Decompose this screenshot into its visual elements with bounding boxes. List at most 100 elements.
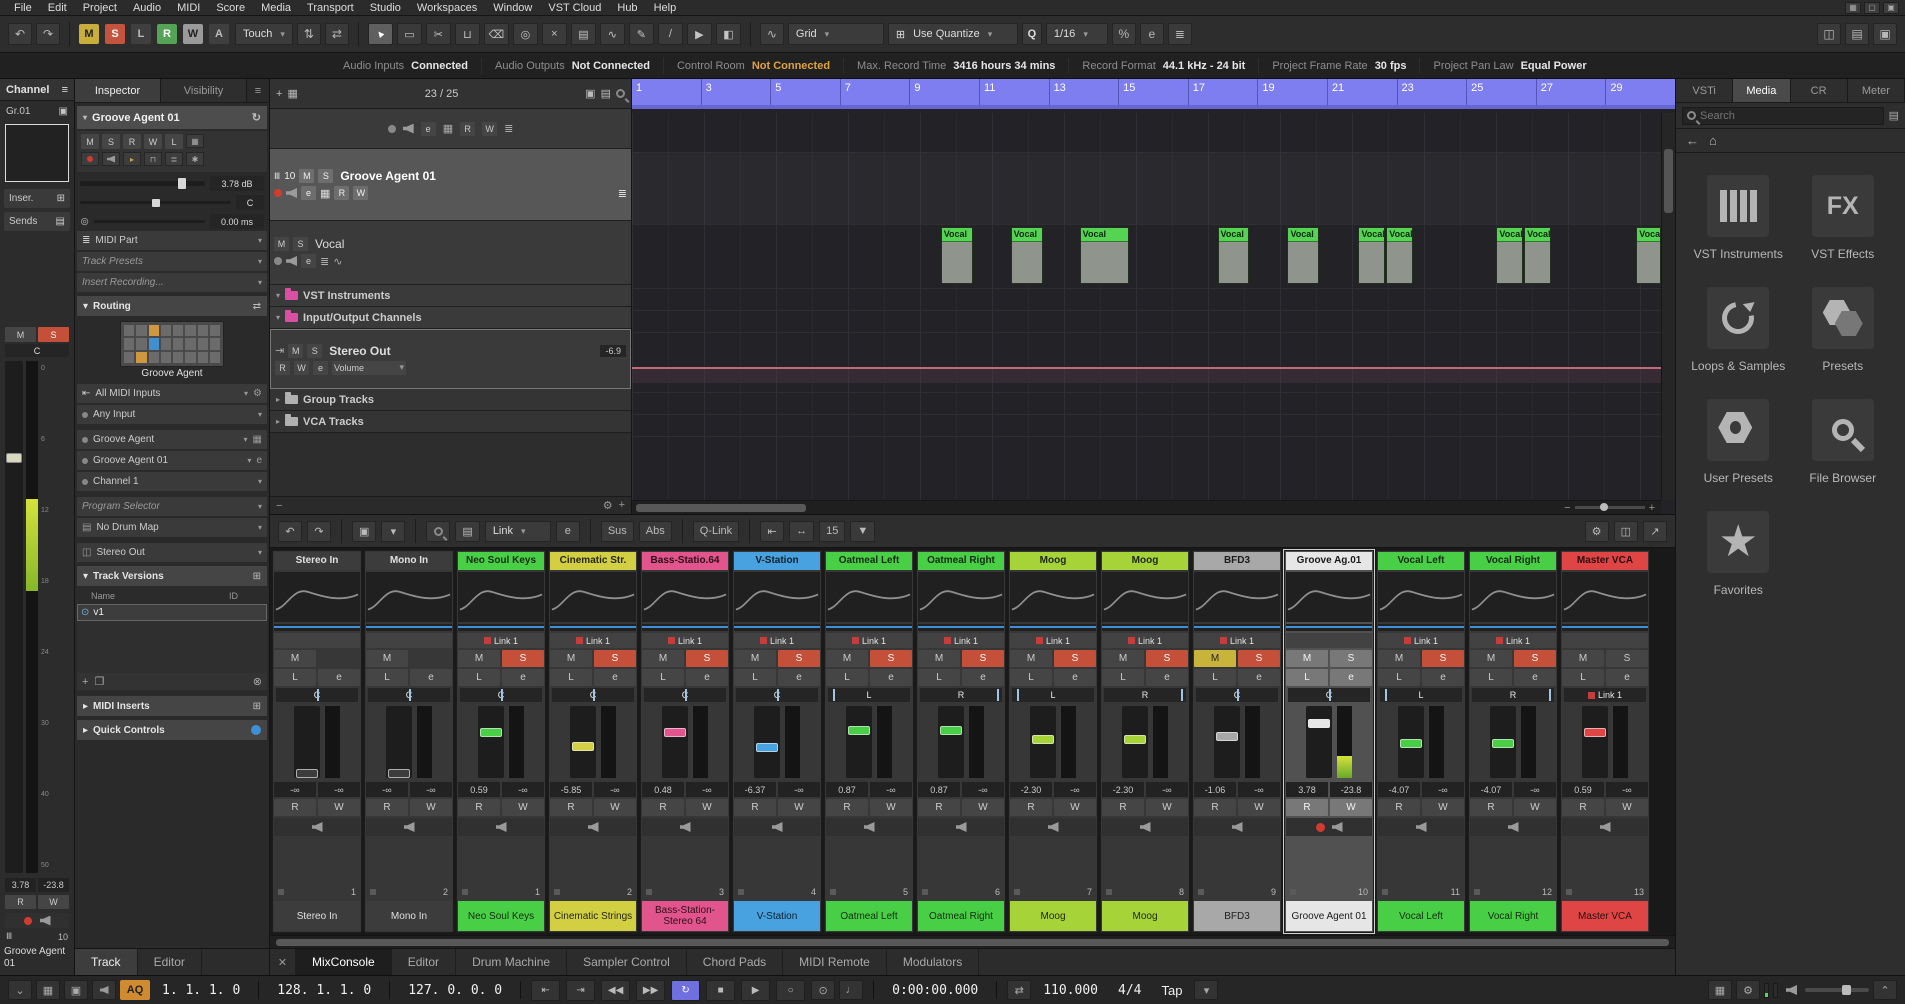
pan-slider[interactable] [80, 201, 231, 204]
list-icon[interactable] [1845, 23, 1869, 45]
lower-zone-tab[interactable]: Editor [392, 949, 456, 975]
edit-channel-button[interactable]: e [778, 669, 820, 686]
write-button[interactable]: W [294, 361, 309, 375]
split-tool[interactable]: ✂ [426, 23, 451, 45]
read-button[interactable]: R [5, 895, 36, 909]
speaker-icon[interactable] [680, 822, 691, 832]
mixer-channel-strip[interactable]: BFD3 Link 1 M S L e [1192, 550, 1282, 933]
channel-fader[interactable] [1378, 704, 1464, 780]
curve-icon[interactable] [760, 23, 784, 45]
write-button[interactable]: W [144, 134, 162, 149]
pan-control[interactable]: C [1288, 688, 1370, 702]
speaker-icon[interactable] [1232, 822, 1243, 832]
menu-item[interactable]: File [6, 0, 40, 16]
edit-channel-button[interactable]: e [1514, 669, 1556, 686]
channel-full-name-label[interactable]: Master VCA [1562, 901, 1648, 931]
channel-fader[interactable] [918, 704, 1004, 780]
speaker-icon[interactable] [1140, 822, 1151, 832]
mute-button[interactable]: M [734, 650, 776, 667]
menu-item[interactable]: Edit [40, 0, 75, 16]
program-selector-row[interactable]: Program Selector▾ [77, 497, 267, 516]
left-arrows-icon[interactable] [760, 521, 784, 542]
channel-eq-curve[interactable] [642, 572, 728, 622]
keyboard-icon[interactable] [253, 434, 262, 445]
right-zone-tab[interactable]: Media [1733, 79, 1790, 102]
global-state-button[interactable]: M [79, 24, 99, 44]
lower-zone-tab[interactable]: MIDI Remote [783, 949, 887, 975]
read-button[interactable]: R [1010, 799, 1052, 816]
abs-button[interactable]: Abs [639, 521, 672, 542]
drum-map-row[interactable]: No Drum Map▾ [77, 518, 267, 537]
audio-clip[interactable]: Vocal [1386, 227, 1413, 284]
listen-button[interactable]: L [1194, 669, 1236, 686]
zoom-tool[interactable]: ◎ [513, 23, 538, 45]
fader-handle[interactable] [1492, 739, 1514, 748]
read-button[interactable]: R [366, 799, 408, 816]
channel-eq-curve[interactable] [1286, 572, 1372, 622]
edit-channel-button[interactable]: e [1238, 669, 1280, 686]
time-display[interactable]: 0:00:00.000 [884, 983, 986, 998]
fader-handle[interactable] [664, 728, 686, 737]
window-icon[interactable] [1817, 23, 1841, 45]
mixer-channel-strip[interactable]: Cinematic Str. Link 1 M S L e [548, 550, 638, 933]
scrollbar-thumb[interactable] [276, 939, 1669, 946]
mixer-channel-strip[interactable]: Oatmeal Left Link 1 M S L e [824, 550, 914, 933]
write-button[interactable]: W [1514, 799, 1556, 816]
media-tile-file-browser[interactable]: File Browser [1791, 399, 1896, 485]
monitor-icon[interactable] [102, 152, 120, 166]
speaker-icon[interactable] [286, 188, 297, 198]
pad-icon[interactable]: ▣ [64, 980, 88, 1000]
instrument-instance-row[interactable]: Groove Agent 01▾ [77, 451, 267, 470]
menu-lines-icon[interactable] [320, 255, 329, 268]
speaker-icon[interactable] [1600, 822, 1611, 832]
instrument-thumbnail[interactable] [120, 321, 224, 367]
timeline-ruler[interactable]: 1 3 5 7 9 11 13 15 17 19 [632, 79, 1675, 109]
menu-item[interactable]: Transport [299, 0, 362, 16]
fader-handle[interactable] [1584, 728, 1606, 737]
zoom-control[interactable]: −+ [1564, 502, 1661, 514]
search-input[interactable] [1700, 110, 1879, 122]
record-icon[interactable] [274, 257, 282, 265]
grid-pad-icon[interactable] [443, 122, 453, 135]
write-button[interactable]: W [353, 186, 368, 200]
workspace-icon[interactable]: ▦ [1845, 2, 1861, 14]
object-selection-tool[interactable]: ▲ [368, 23, 393, 45]
menu-item[interactable]: Studio [362, 0, 409, 16]
external-icon[interactable] [1643, 521, 1667, 542]
audition-speaker-icon[interactable] [92, 980, 116, 1000]
lower-zone-tab[interactable]: Drum Machine [456, 949, 567, 975]
tab-inspector[interactable]: Inspector [75, 79, 161, 102]
record-icon[interactable] [274, 189, 282, 197]
quantize-apply-button[interactable]: Q [1022, 23, 1042, 45]
lane-folder[interactable] [632, 289, 1661, 311]
output-routing-row[interactable]: Stereo Out▾ [77, 543, 267, 562]
mute-button[interactable]: M [288, 344, 303, 358]
pan-control[interactable]: C [5, 344, 69, 357]
volume-automation-line[interactable] [632, 367, 1661, 383]
midi-channel-row[interactable]: Channel 1▾ [77, 472, 267, 491]
link-dropdown[interactable]: Link [485, 521, 551, 542]
fader-handle[interactable] [480, 728, 502, 737]
speaker-icon[interactable] [40, 916, 51, 926]
channel-full-name-label[interactable]: Mono In [366, 901, 452, 931]
read-button[interactable]: R [1470, 799, 1512, 816]
input-channel-row[interactable]: Any Input▾ [77, 405, 267, 424]
undo-icon[interactable] [278, 521, 302, 542]
pan-control[interactable]: R [920, 688, 1002, 702]
copy-icon[interactable] [94, 675, 104, 688]
redo-icon[interactable] [307, 521, 331, 542]
channel-full-name-label[interactable]: Neo Soul Keys [458, 901, 544, 931]
audio-clip[interactable]: Vocal [941, 227, 973, 284]
right-zone-tab[interactable]: Meter [1848, 79, 1905, 102]
mute-button[interactable]: M [1470, 650, 1512, 667]
record-icon[interactable] [1316, 823, 1325, 832]
lane-stereo-out[interactable] [632, 333, 1661, 393]
pan-control[interactable]: C [736, 688, 818, 702]
mixer-channel-strip[interactable]: Master VCA M S L e [1560, 550, 1650, 933]
status-item[interactable]: Max. Record Time 3416 hours 34 mins [843, 58, 1068, 74]
inserts-section[interactable]: Inser. [4, 189, 70, 208]
zoom-out-icon[interactable]: − [276, 500, 282, 512]
midi-part-row[interactable]: MIDI Part▾ [77, 231, 267, 250]
channel-fader[interactable]: 06121824304050 [5, 361, 69, 873]
secondary-position-display[interactable]: 127. 0. 0. 0 [400, 983, 510, 998]
